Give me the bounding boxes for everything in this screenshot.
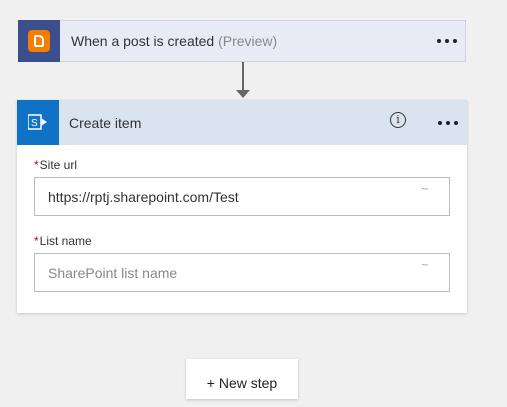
trigger-card[interactable]: When a post is created (Preview) bbox=[18, 20, 466, 62]
required-marker: * bbox=[34, 234, 39, 248]
site-url-field[interactable]: https://rptj.sharepoint.com/Test ∼ bbox=[34, 177, 450, 216]
trigger-icon-box bbox=[18, 20, 60, 62]
trigger-title-text: When a post is created bbox=[71, 33, 215, 49]
more-options-icon[interactable] bbox=[437, 39, 459, 45]
dropdown-toggle-icon[interactable]: ∼ bbox=[421, 260, 429, 271]
site-url-value: https://rptj.sharepoint.com/Test bbox=[48, 189, 239, 205]
svg-text:S: S bbox=[31, 118, 38, 129]
action-card: S Create item i *Site url https://rptj.s… bbox=[17, 100, 467, 313]
action-title: Create item bbox=[69, 115, 142, 131]
more-options-icon[interactable] bbox=[438, 121, 460, 127]
list-name-placeholder: SharePoint list name bbox=[48, 265, 178, 281]
site-url-label-text: Site url bbox=[39, 158, 78, 172]
dropdown-toggle-icon[interactable]: ∼ bbox=[421, 184, 429, 195]
required-marker: * bbox=[34, 158, 39, 172]
info-glyph: i bbox=[396, 113, 400, 126]
arrow-down-icon bbox=[236, 90, 250, 98]
list-name-field[interactable]: SharePoint list name ∼ bbox=[34, 253, 450, 292]
sharepoint-icon: S bbox=[28, 114, 47, 130]
list-name-label-text: List name bbox=[39, 234, 92, 248]
list-name-label: *List name bbox=[34, 234, 92, 248]
action-icon-box: S bbox=[17, 100, 59, 145]
preview-tag: (Preview) bbox=[218, 33, 278, 49]
blogger-icon bbox=[28, 30, 50, 52]
site-url-label: *Site url bbox=[34, 158, 77, 172]
action-header[interactable]: S Create item i bbox=[17, 100, 467, 145]
connector-line bbox=[242, 62, 244, 92]
info-icon[interactable]: i bbox=[390, 112, 406, 128]
new-step-button[interactable]: + New step bbox=[186, 359, 298, 399]
trigger-title: When a post is created (Preview) bbox=[71, 33, 277, 49]
